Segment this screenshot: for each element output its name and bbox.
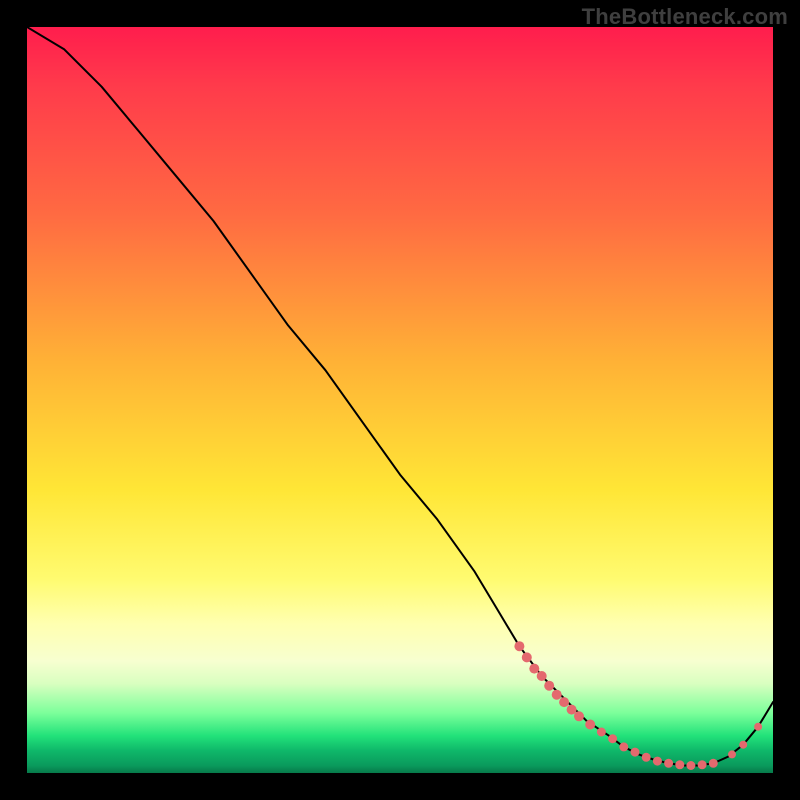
- curve-line: [27, 27, 773, 766]
- curve-marker: [728, 750, 736, 758]
- curve-marker: [675, 760, 684, 769]
- curve-marker: [664, 759, 673, 768]
- curve-marker: [514, 641, 524, 651]
- curve-marker: [544, 681, 554, 691]
- curve-marker: [522, 652, 532, 662]
- curve-svg: [27, 27, 773, 773]
- curve-marker: [597, 728, 606, 737]
- curve-marker: [537, 671, 547, 681]
- curve-marker: [619, 742, 628, 751]
- curve-marker: [585, 720, 595, 730]
- chart-frame: TheBottleneck.com: [0, 0, 800, 800]
- curve-marker: [709, 759, 718, 768]
- curve-marker: [567, 705, 577, 715]
- curve-markers: [514, 641, 762, 770]
- curve-marker: [642, 753, 651, 762]
- curve-marker: [529, 664, 539, 674]
- plot-area: [27, 27, 773, 773]
- curve-marker: [608, 734, 617, 743]
- curve-marker: [552, 690, 562, 700]
- curve-marker: [686, 761, 695, 770]
- curve-marker: [574, 711, 584, 721]
- curve-marker: [631, 748, 640, 757]
- curve-marker: [739, 741, 747, 749]
- curve-marker: [559, 697, 569, 707]
- curve-marker: [754, 723, 762, 731]
- curve-marker: [653, 757, 662, 766]
- watermark-text: TheBottleneck.com: [582, 4, 788, 30]
- curve-marker: [698, 760, 707, 769]
